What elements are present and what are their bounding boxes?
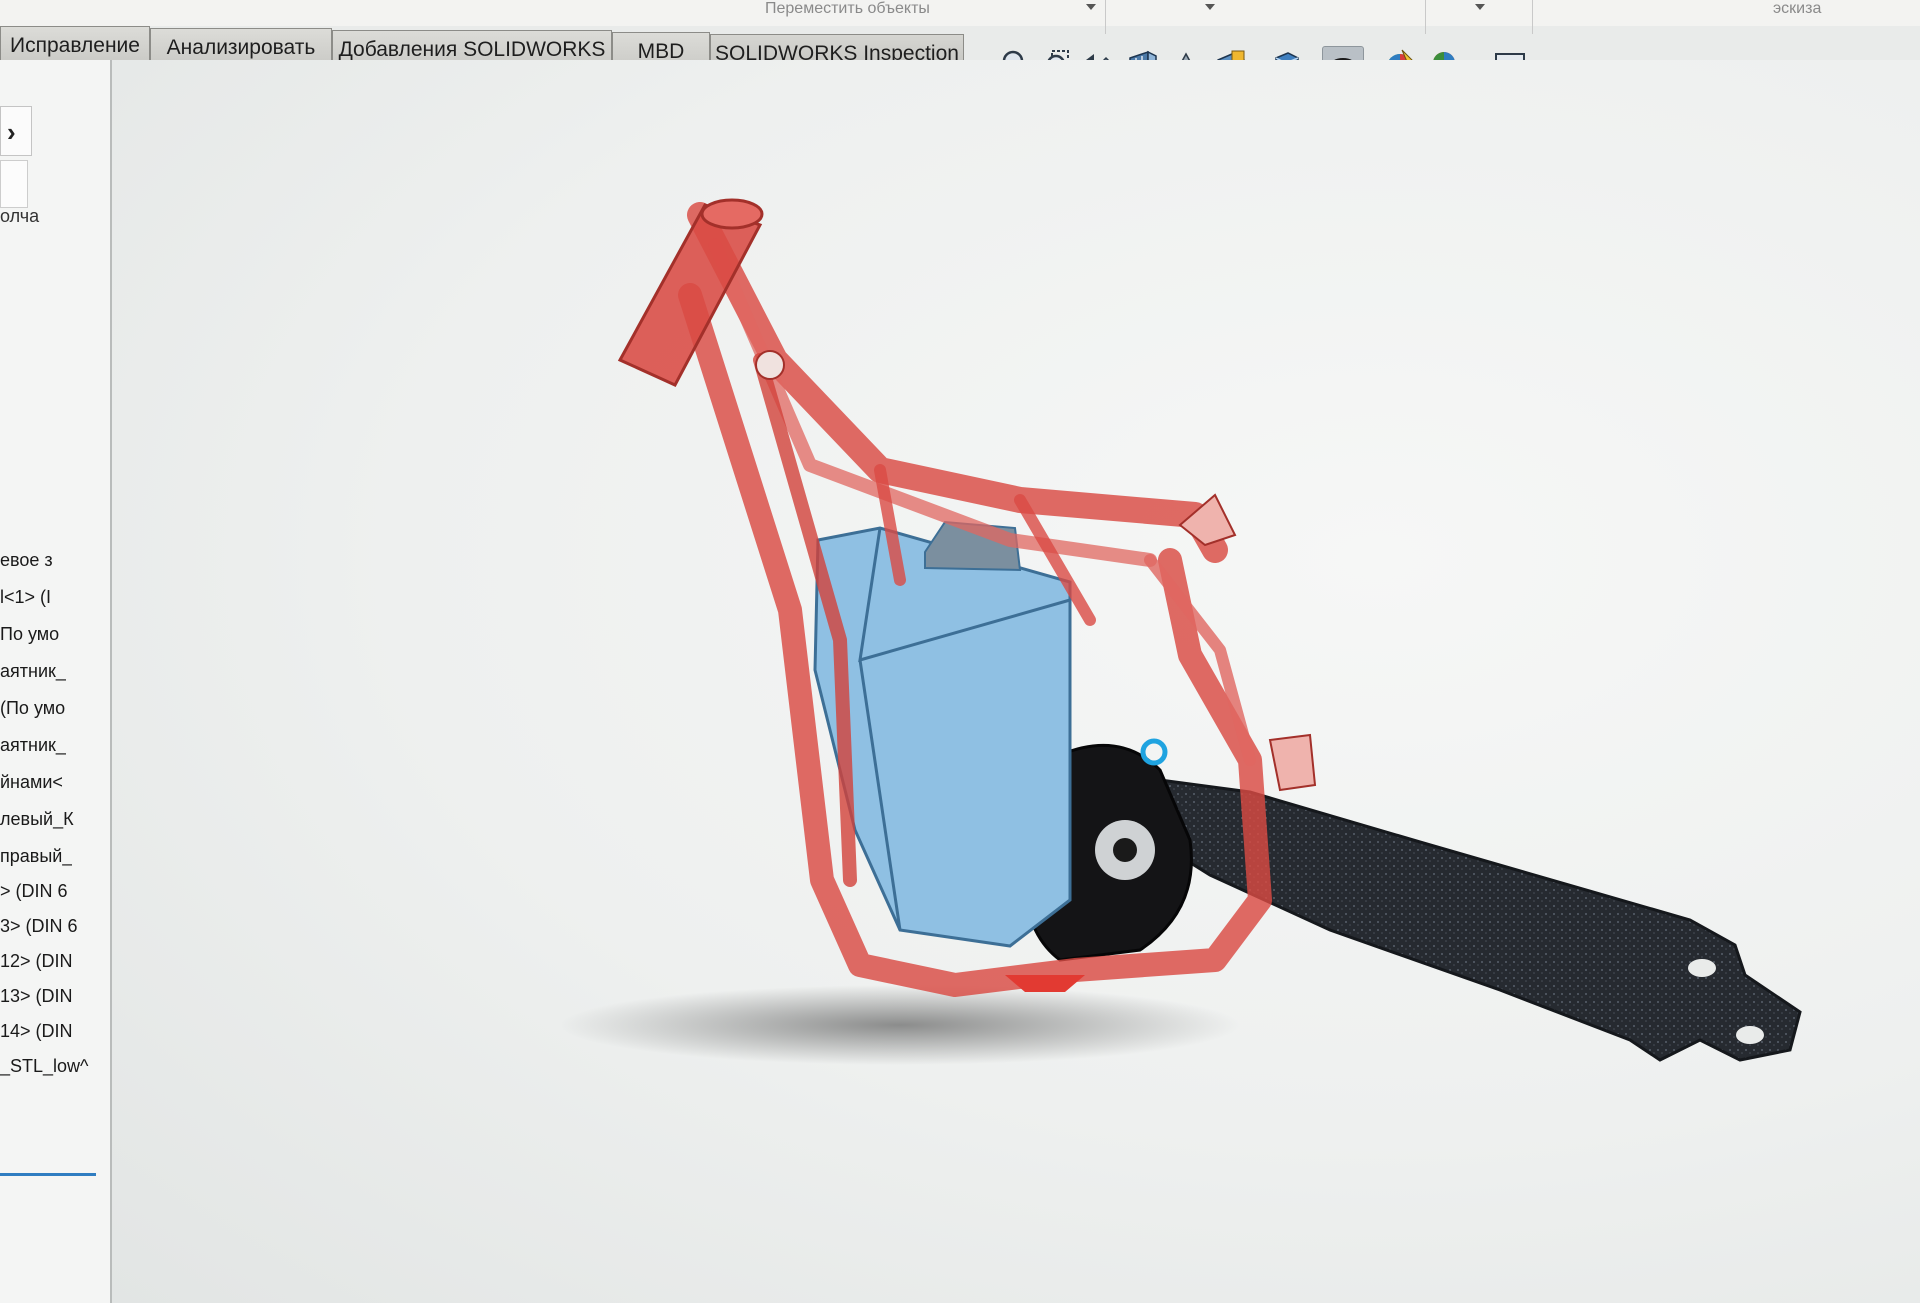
feature-manager-panel: › олча евое з l<1> (I По умо аятник_ (По… bbox=[0, 60, 112, 1303]
ribbon-dropdown-icon[interactable] bbox=[1205, 4, 1215, 10]
tree-item[interactable]: > (DIN 6 bbox=[0, 876, 68, 906]
tree-item[interactable]: левый_К bbox=[0, 804, 74, 834]
panel-expand-button[interactable]: › bbox=[0, 106, 32, 156]
tree-item[interactable]: йнами< bbox=[0, 767, 63, 797]
swingarm-axle-hole bbox=[1688, 959, 1716, 977]
swingarm-axle-hole bbox=[1736, 1026, 1764, 1044]
top-ribbon-strip: Переместить объекты эскиза bbox=[0, 0, 1920, 34]
tree-item[interactable]: l<1> (I bbox=[0, 582, 51, 612]
ribbon-separator bbox=[1532, 0, 1533, 34]
motorcycle-frame-model[interactable] bbox=[112, 60, 1920, 1303]
tree-item[interactable]: 3> (DIN 6 bbox=[0, 911, 78, 941]
tree-item[interactable]: аятник_ bbox=[0, 656, 66, 686]
tree-item[interactable]: По умо bbox=[0, 619, 59, 649]
model-shadow bbox=[560, 985, 1240, 1065]
sketch-command[interactable]: эскиза bbox=[1773, 0, 1821, 22]
move-objects-command[interactable]: Переместить объекты bbox=[765, 0, 930, 22]
ribbon-dropdown-icon[interactable] bbox=[1475, 4, 1485, 10]
cursor-indicator bbox=[1140, 738, 1168, 766]
tree-item[interactable]: _STL_low^ bbox=[0, 1051, 89, 1081]
graphics-area[interactable] bbox=[112, 60, 1920, 1303]
move-objects-dropdown-icon[interactable] bbox=[1086, 4, 1096, 10]
move-objects-label: Переместить объекты bbox=[765, 0, 930, 17]
tree-item[interactable]: правый_ bbox=[0, 841, 72, 871]
tree-item[interactable]: 13> (DIN bbox=[0, 981, 73, 1011]
tree-item[interactable]: 12> (DIN bbox=[0, 946, 73, 976]
tree-header-label: олча bbox=[0, 206, 40, 226]
tree-item[interactable]: 14> (DIN bbox=[0, 1016, 73, 1046]
shock-mount-bracket bbox=[1268, 733, 1317, 792]
tree-item[interactable]: (По умо bbox=[0, 693, 65, 723]
panel-tab[interactable] bbox=[0, 160, 28, 208]
tree-item[interactable]: евое з bbox=[0, 545, 53, 575]
ribbon-separator bbox=[1425, 0, 1426, 34]
ribbon-separator bbox=[1105, 0, 1106, 34]
panel-scroll-indicator bbox=[0, 1173, 96, 1176]
tree-item[interactable]: аятник_ bbox=[0, 730, 66, 760]
chevron-right-icon: › bbox=[7, 117, 16, 147]
sketch-label: эскиза bbox=[1773, 0, 1822, 17]
